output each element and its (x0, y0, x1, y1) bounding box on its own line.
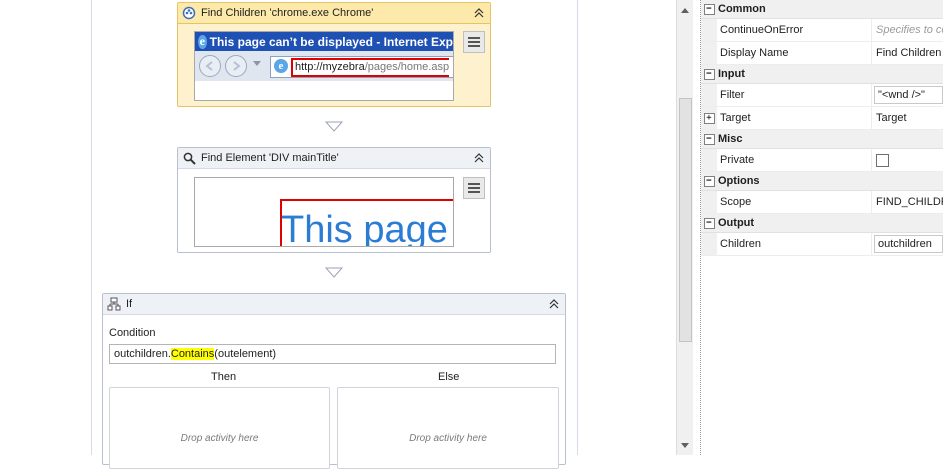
prop-name: Target (717, 107, 872, 129)
condition-label: Condition (109, 327, 156, 339)
collapse-icon[interactable] (546, 296, 562, 312)
else-drop-hint: Drop activity here (409, 433, 487, 444)
panel-splitter[interactable] (693, 0, 701, 455)
ie-logo-icon: e (198, 34, 207, 49)
scroll-down-icon[interactable] (677, 437, 693, 453)
prop-value[interactable]: Find Children ' (872, 42, 943, 64)
ie-toolbar: e http://myzebra/pages/home.asp (195, 51, 453, 81)
private-checkbox[interactable] (876, 153, 889, 167)
prop-name: Scope (717, 191, 872, 213)
ie-window-title: This page can’t be displayed - Internet … (209, 34, 453, 49)
expand-toggle-icon[interactable]: + (703, 112, 715, 124)
activity-title: Find Element 'DIV mainTitle' (201, 152, 339, 164)
prop-name: Children (717, 233, 872, 255)
prop-row-filter[interactable]: Filter "<wnd />" (701, 84, 943, 107)
collapse-toggle-icon[interactable]: − (703, 175, 715, 187)
flow-arrow-icon (325, 121, 343, 132)
prop-value-input[interactable]: Specifies to co (872, 19, 943, 41)
category-label: Input (718, 68, 745, 80)
prop-row-private[interactable]: Private (701, 149, 943, 172)
condition-highlight: Contains (170, 348, 215, 360)
find-children-icon (181, 5, 197, 21)
collapse-toggle-icon[interactable]: − (703, 133, 715, 145)
collapse-icon[interactable] (471, 150, 487, 166)
category-output[interactable]: − Output (701, 214, 943, 233)
category-input[interactable]: − Input (701, 65, 943, 84)
url-path: /pages/home.asp (364, 61, 450, 73)
activity-header[interactable]: Find Children 'chrome.exe Chrome' (178, 3, 490, 24)
forward-icon (225, 55, 247, 77)
collapse-icon[interactable] (471, 5, 487, 21)
then-label: Then (211, 371, 237, 383)
if-activity[interactable]: If Condition outchildren. Contains (outele… (102, 293, 566, 469)
activity-title: Find Children 'chrome.exe Chrome' (201, 7, 374, 19)
category-label: Common (718, 3, 766, 15)
magnifier-icon (181, 150, 197, 166)
prop-value-input[interactable]: outchildren (874, 235, 943, 253)
url-host: http://myzebra (295, 61, 365, 73)
category-options[interactable]: − Options (701, 172, 943, 191)
condition-input[interactable]: outchildren. Contains (outelement) (109, 344, 556, 364)
scroll-up-icon[interactable] (677, 2, 693, 18)
designer-vertical-scrollbar[interactable] (676, 0, 694, 455)
collapse-toggle-icon[interactable]: − (703, 217, 715, 229)
else-drop-zone[interactable]: Drop activity here (337, 387, 559, 469)
condition-suffix: (outelement) (214, 348, 277, 360)
collapse-toggle-icon[interactable]: − (703, 68, 715, 80)
prop-row-target[interactable]: + Target Target (701, 107, 943, 130)
find-element-activity[interactable]: Find Element 'DIV mainTitle' This page (177, 147, 491, 253)
activity-menu-button[interactable] (463, 31, 485, 53)
prop-name: Filter (717, 84, 872, 106)
prop-placeholder: Specifies to co (876, 24, 943, 36)
activity-header[interactable]: Find Element 'DIV mainTitle' (178, 148, 490, 169)
url-text: http://myzebra/pages/home.asp (291, 58, 450, 77)
prop-value-input[interactable]: "<wnd />" (874, 86, 943, 104)
prop-row-scope[interactable]: Scope FIND_CHILDRE (701, 191, 943, 214)
hamburger-icon (468, 37, 480, 47)
category-common[interactable]: − Common (701, 0, 943, 19)
preview-page-text: This page (281, 209, 448, 247)
ie-title-bar: e This page can’t be displayed - Interne… (195, 32, 453, 51)
flow-arrow-icon (325, 267, 343, 278)
prop-value-dropdown[interactable]: FIND_CHILDRE (872, 191, 943, 213)
screenshot-preview: e This page can’t be displayed - Interne… (194, 31, 454, 101)
else-label: Else (438, 371, 460, 383)
activity-title: If (126, 298, 133, 310)
then-drop-hint: Drop activity here (180, 433, 259, 444)
prop-value[interactable]: Target (872, 107, 943, 129)
condition-prefix: outchildren. (114, 348, 171, 360)
prop-row-displayname[interactable]: Display Name Find Children ' (701, 42, 943, 65)
prop-name: Private (717, 149, 872, 171)
activity-header[interactable]: If (103, 294, 565, 315)
prop-row-continueonerror[interactable]: ContinueOnError Specifies to co (701, 19, 943, 42)
if-branch-icon (106, 296, 122, 312)
history-dropdown-icon (253, 61, 261, 66)
back-icon (199, 55, 221, 77)
activity-menu-button[interactable] (463, 177, 485, 199)
category-label: Misc (718, 133, 743, 145)
prop-name: ContinueOnError (717, 19, 872, 41)
scroll-thumb[interactable] (679, 98, 692, 342)
address-bar: e http://myzebra/pages/home.asp (270, 56, 453, 78)
hamburger-icon (468, 183, 480, 193)
category-label: Output (718, 217, 755, 229)
then-drop-zone[interactable]: Drop activity here (109, 387, 330, 469)
category-misc[interactable]: − Misc (701, 130, 943, 149)
page-ie-icon: e (274, 59, 288, 73)
prop-row-children[interactable]: Children outchildren (701, 233, 943, 256)
prop-name: Display Name (717, 42, 872, 64)
find-children-activity[interactable]: Find Children 'chrome.exe Chrome' e This… (177, 2, 491, 107)
category-label: Options (718, 175, 760, 187)
screenshot-preview: This page (194, 177, 454, 247)
collapse-toggle-icon[interactable]: − (703, 3, 715, 15)
properties-panel: − Common ContinueOnError Specifies to co… (701, 0, 943, 455)
